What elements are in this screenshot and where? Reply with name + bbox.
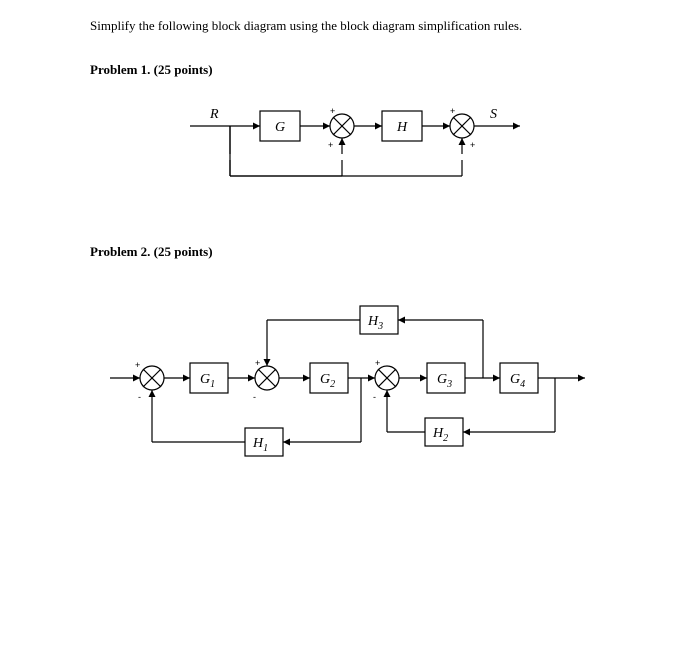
label-G: G bbox=[275, 120, 285, 135]
label-G2s: 2 bbox=[330, 379, 335, 390]
label-S: S bbox=[490, 107, 497, 122]
s3-sign-bot: - bbox=[373, 392, 376, 402]
label-R: R bbox=[209, 107, 219, 122]
label-G3: G bbox=[437, 372, 447, 387]
sum2-sign-bot: + bbox=[470, 140, 475, 150]
problem2-diagram: + - G1 + - G2 bbox=[90, 278, 620, 478]
label-H1s: 1 bbox=[263, 443, 268, 454]
label-G4: G bbox=[510, 372, 520, 387]
label-H3s: 3 bbox=[377, 321, 383, 332]
s2-sign-bot: - bbox=[253, 392, 256, 402]
label-H2s: 2 bbox=[443, 433, 448, 444]
label-G1: G bbox=[200, 372, 210, 387]
s3-sign-top: + bbox=[375, 358, 380, 368]
sum1-sign-bot: + bbox=[328, 140, 333, 150]
label-G1s: 1 bbox=[210, 379, 215, 390]
s2-sign-top: + bbox=[255, 358, 260, 368]
label-G3s: 3 bbox=[446, 379, 452, 390]
problem1-heading: Problem 1. (25 points) bbox=[90, 62, 620, 78]
problem1-diagram: R G + + H bbox=[90, 96, 620, 216]
s1-sign-left: + bbox=[135, 360, 140, 370]
label-G4s: 4 bbox=[520, 379, 525, 390]
label-H: H bbox=[396, 120, 408, 135]
s1-sign-bot: - bbox=[138, 392, 141, 402]
sum1-sign-top: + bbox=[330, 106, 335, 116]
sum2-sign-top: + bbox=[450, 106, 455, 116]
problem2-heading: Problem 2. (25 points) bbox=[90, 244, 620, 260]
label-G2: G bbox=[320, 372, 330, 387]
page-intro: Simplify the following block diagram usi… bbox=[90, 18, 620, 34]
